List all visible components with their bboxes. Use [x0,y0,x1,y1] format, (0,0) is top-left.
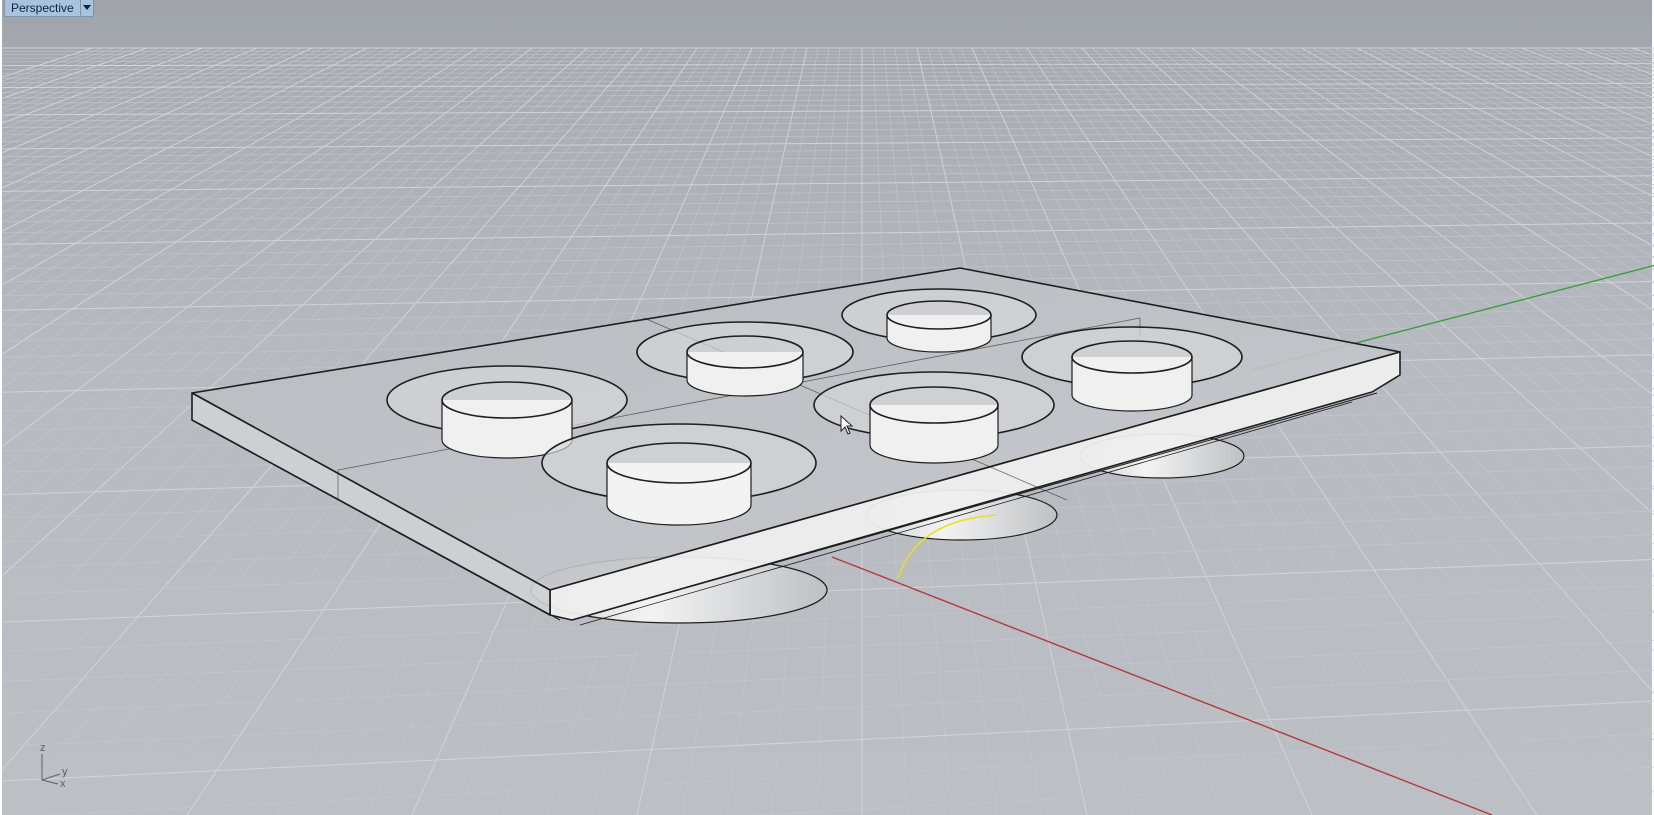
grid-line [2,159,1654,174]
grid-line [2,244,1654,270]
axis-label-y: y [62,766,68,778]
grid-line [2,92,1654,99]
grid-line [1587,47,1654,71]
grid-line [2,47,93,78]
grid-line [1565,47,1654,80]
grid-line [2,222,1654,245]
grid-line [1455,47,1654,132]
grid-line [2,47,203,124]
grid-line [2,193,1654,212]
grid-line [1499,47,1654,109]
grid-line [39,733,1654,815]
grid-line [2,669,1654,747]
axis-orientation-widget: z y x [32,740,82,790]
axis-label-z: z [40,742,46,754]
grid-line [2,47,104,82]
grid-line [1323,47,1654,226]
grid-line [2,78,1654,84]
perspective-viewport[interactable]: Perspective z y x [0,0,1654,815]
tray-model[interactable] [191,267,1401,626]
grid-line [2,87,1654,93]
grid-line [1477,47,1654,120]
grid-line [1367,47,1654,189]
grid-line [2,233,1654,257]
grid-line [1444,47,1654,138]
grid-line [1543,47,1654,89]
grid-line [2,202,1654,222]
grid-line [1378,47,1654,181]
grid-line [2,700,1654,782]
grid-line [1213,47,1654,359]
grid-line [2,112,1654,122]
grid-line [1345,47,1654,207]
grid-line [2,167,1654,183]
grid-line [2,63,1654,67]
grid-line [1609,47,1654,64]
viewport-title[interactable]: Perspective [5,0,80,16]
grid-line [2,212,1654,233]
grid-line [2,47,170,109]
grid-line [2,66,1654,70]
grid-line [2,137,1654,150]
grid-line [2,107,1654,116]
grid-line [2,47,214,130]
grid-line [1334,47,1654,216]
grid-line [2,612,1654,682]
grid-line [1400,47,1654,165]
grid-line [1532,47,1654,94]
grid-line [747,766,1654,815]
mouse-pointer-icon [840,415,854,435]
grid-line [1510,47,1654,104]
grid-line [1576,47,1654,76]
grid-line [1235,47,1654,326]
chevron-down-icon[interactable] [79,0,93,16]
grid-line [1466,47,1654,126]
grid-line [2,53,1654,55]
grid-line [2,47,192,119]
viewport-tab[interactable]: Perspective [4,0,94,17]
grid-line [2,101,1654,110]
axis-label-x: x [60,778,66,790]
model-scene[interactable] [2,0,1654,815]
grid-line [1620,47,1654,60]
grid-line [1488,47,1654,114]
